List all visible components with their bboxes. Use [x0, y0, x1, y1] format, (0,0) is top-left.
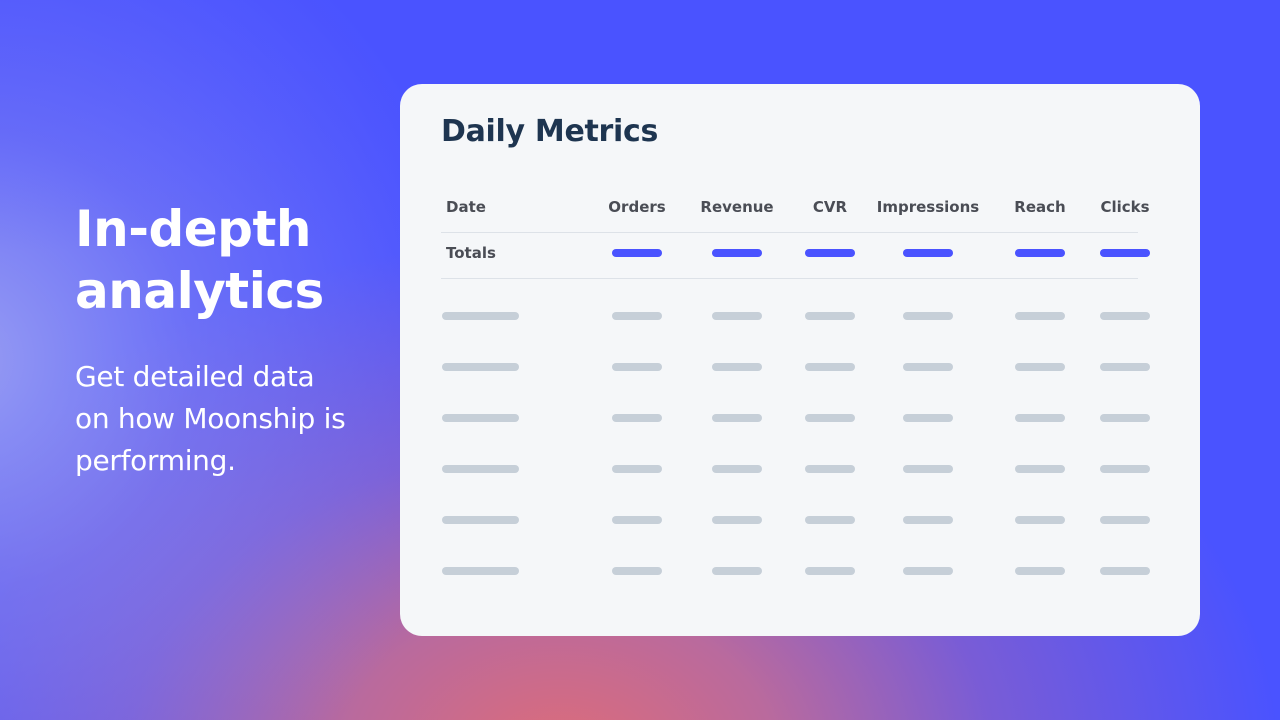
placeholder-orders — [612, 465, 662, 473]
placeholder-cvr — [805, 414, 855, 422]
column-header-orders[interactable]: Orders — [608, 198, 665, 216]
placeholder-clicks — [1100, 414, 1150, 422]
placeholder-reach — [1015, 363, 1065, 371]
column-header-revenue[interactable]: Revenue — [700, 198, 773, 216]
placeholder-revenue — [712, 516, 762, 524]
placeholder-reach — [1015, 312, 1065, 320]
placeholder-orders — [612, 516, 662, 524]
placeholder-date — [442, 414, 519, 422]
placeholder-revenue — [712, 567, 762, 575]
hero-subtitle-line-1: Get detailed data — [75, 360, 315, 393]
placeholder-clicks — [1100, 312, 1150, 320]
placeholder-impressions — [903, 312, 953, 320]
placeholder-reach — [1015, 567, 1065, 575]
placeholder-reach — [1015, 516, 1065, 524]
placeholder-orders — [612, 312, 662, 320]
placeholder-impressions — [903, 567, 953, 575]
placeholder-revenue — [712, 465, 762, 473]
placeholder-cvr — [805, 567, 855, 575]
column-header-date[interactable]: Date — [446, 198, 486, 216]
totals-value-revenue — [712, 249, 762, 257]
placeholder-revenue — [712, 363, 762, 371]
placeholder-date — [442, 516, 519, 524]
placeholder-clicks — [1100, 465, 1150, 473]
placeholder-clicks — [1100, 363, 1150, 371]
daily-metrics-card: Daily Metrics Date Orders Revenue CVR Impres… — [400, 84, 1200, 636]
placeholder-reach — [1015, 465, 1065, 473]
column-header-impressions[interactable]: Impressions — [877, 198, 979, 216]
placeholder-orders — [612, 567, 662, 575]
totals-value-orders — [612, 249, 662, 257]
hero-subtitle-line-3: performing. — [75, 444, 236, 477]
placeholder-clicks — [1100, 516, 1150, 524]
placeholder-impressions — [903, 516, 953, 524]
hero-title-line-1: In-depth — [75, 200, 311, 258]
placeholder-date — [442, 312, 519, 320]
card-title: Daily Metrics — [441, 114, 659, 149]
hero-section: In-depth analytics Get detailed data on … — [75, 198, 395, 482]
placeholder-cvr — [805, 363, 855, 371]
hero-title: In-depth analytics — [75, 198, 395, 322]
totals-label: Totals — [446, 244, 496, 262]
column-header-cvr[interactable]: CVR — [813, 198, 847, 216]
placeholder-revenue — [712, 312, 762, 320]
placeholder-cvr — [805, 516, 855, 524]
column-header-reach[interactable]: Reach — [1014, 198, 1065, 216]
column-header-clicks[interactable]: Clicks — [1100, 198, 1149, 216]
placeholder-orders — [612, 414, 662, 422]
placeholder-cvr — [805, 312, 855, 320]
placeholder-impressions — [903, 363, 953, 371]
placeholder-date — [442, 567, 519, 575]
totals-value-impressions — [903, 249, 953, 257]
placeholder-orders — [612, 363, 662, 371]
placeholder-impressions — [903, 414, 953, 422]
totals-value-cvr — [805, 249, 855, 257]
hero-subtitle-line-2: on how Moonship is — [75, 402, 346, 435]
placeholder-clicks — [1100, 567, 1150, 575]
header-divider — [441, 232, 1138, 233]
hero-subtitle: Get detailed data on how Moonship is per… — [75, 356, 395, 482]
totals-value-clicks — [1100, 249, 1150, 257]
placeholder-cvr — [805, 465, 855, 473]
placeholder-date — [442, 363, 519, 371]
placeholder-revenue — [712, 414, 762, 422]
placeholder-impressions — [903, 465, 953, 473]
totals-divider — [441, 278, 1138, 279]
placeholder-reach — [1015, 414, 1065, 422]
totals-value-reach — [1015, 249, 1065, 257]
hero-title-line-2: analytics — [75, 262, 324, 320]
placeholder-date — [442, 465, 519, 473]
